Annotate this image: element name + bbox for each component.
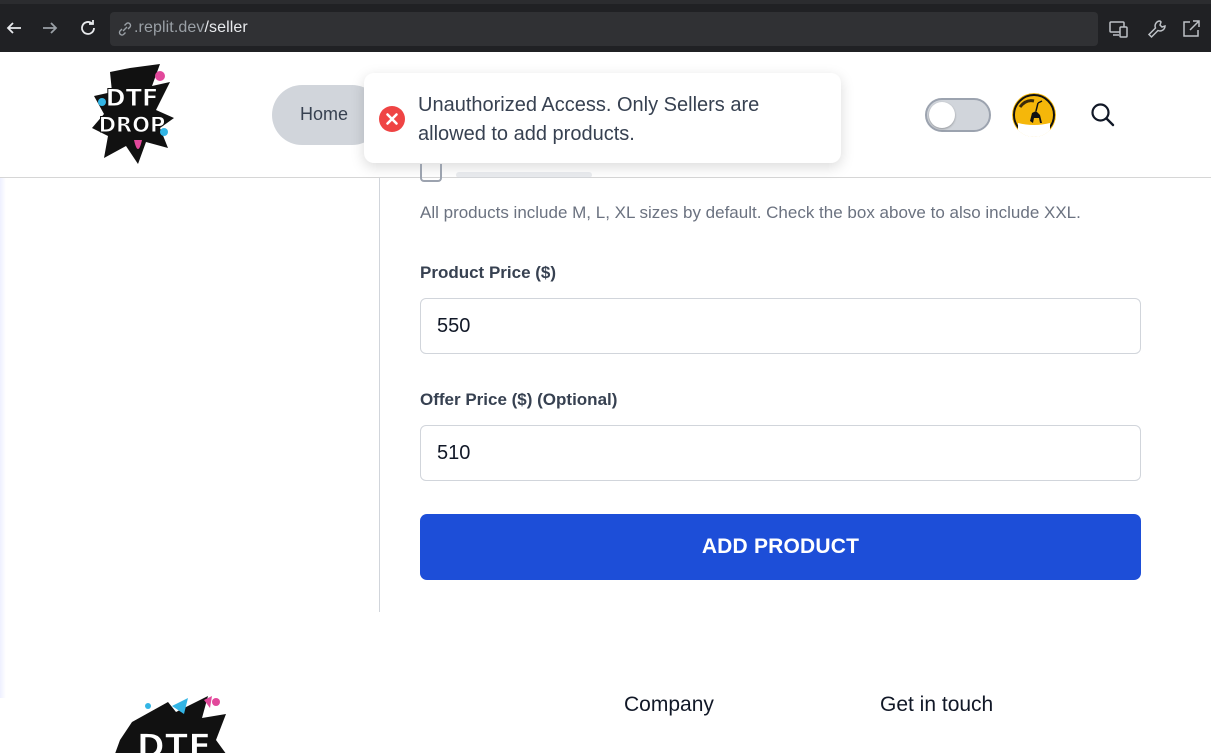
logo-text-bottom: DROP bbox=[99, 113, 166, 137]
footer-logo: DTF bbox=[115, 696, 226, 753]
reload-icon bbox=[81, 20, 95, 35]
theme-toggle[interactable] bbox=[925, 98, 991, 132]
footer-company-heading: Company bbox=[624, 693, 714, 716]
open-external-icon[interactable] bbox=[1180, 18, 1202, 40]
xxl-checkbox[interactable] bbox=[420, 164, 442, 182]
search-icon[interactable] bbox=[1088, 100, 1118, 130]
xxl-checkbox-label bbox=[456, 172, 592, 178]
footer-logo-text: DTF bbox=[137, 727, 212, 753]
nav-home-label: Home bbox=[300, 104, 349, 124]
error-x-icon bbox=[379, 106, 405, 132]
browser-toolbar: .replit.dev/seller bbox=[0, 0, 1211, 52]
price-label: Product Price ($) bbox=[420, 263, 557, 282]
add-product-button[interactable]: ADD PRODUCT bbox=[420, 514, 1141, 580]
user-avatar[interactable] bbox=[1012, 93, 1056, 137]
address-bar[interactable]: .replit.dev/seller bbox=[110, 12, 1098, 46]
arrow-left-icon bbox=[6, 22, 21, 34]
sidebar-edge bbox=[0, 178, 6, 698]
devices-icon[interactable] bbox=[1108, 18, 1130, 40]
link-icon bbox=[118, 22, 132, 36]
site-logo[interactable]: DTF DROP bbox=[90, 62, 174, 166]
reload-button[interactable] bbox=[74, 14, 102, 42]
url-path: /seller bbox=[204, 19, 248, 36]
forward-button[interactable] bbox=[36, 14, 64, 42]
toggle-knob bbox=[929, 102, 955, 128]
arrow-right-icon bbox=[43, 22, 58, 34]
error-toast: Unauthorized Access. Only Sellers are al… bbox=[364, 73, 841, 163]
price-field[interactable] bbox=[420, 298, 1141, 354]
toast-message: Unauthorized Access. Only Sellers are al… bbox=[418, 94, 760, 145]
url-text: .replit.dev/seller bbox=[134, 19, 248, 37]
offer-price-input[interactable] bbox=[421, 426, 1140, 480]
offer-price-label: Offer Price ($) (Optional) bbox=[420, 390, 618, 409]
url-host: .replit.dev bbox=[134, 19, 205, 36]
price-input[interactable] bbox=[421, 299, 1140, 353]
back-button[interactable] bbox=[0, 14, 28, 42]
logo-text-top: DTF bbox=[106, 84, 159, 112]
content-divider bbox=[379, 178, 380, 612]
wrench-icon[interactable] bbox=[1146, 18, 1168, 40]
footer-contact-heading: Get in touch bbox=[880, 693, 994, 716]
sizes-hint: All products include M, L, XL sizes by d… bbox=[420, 203, 1081, 222]
offer-price-field[interactable] bbox=[420, 425, 1141, 481]
